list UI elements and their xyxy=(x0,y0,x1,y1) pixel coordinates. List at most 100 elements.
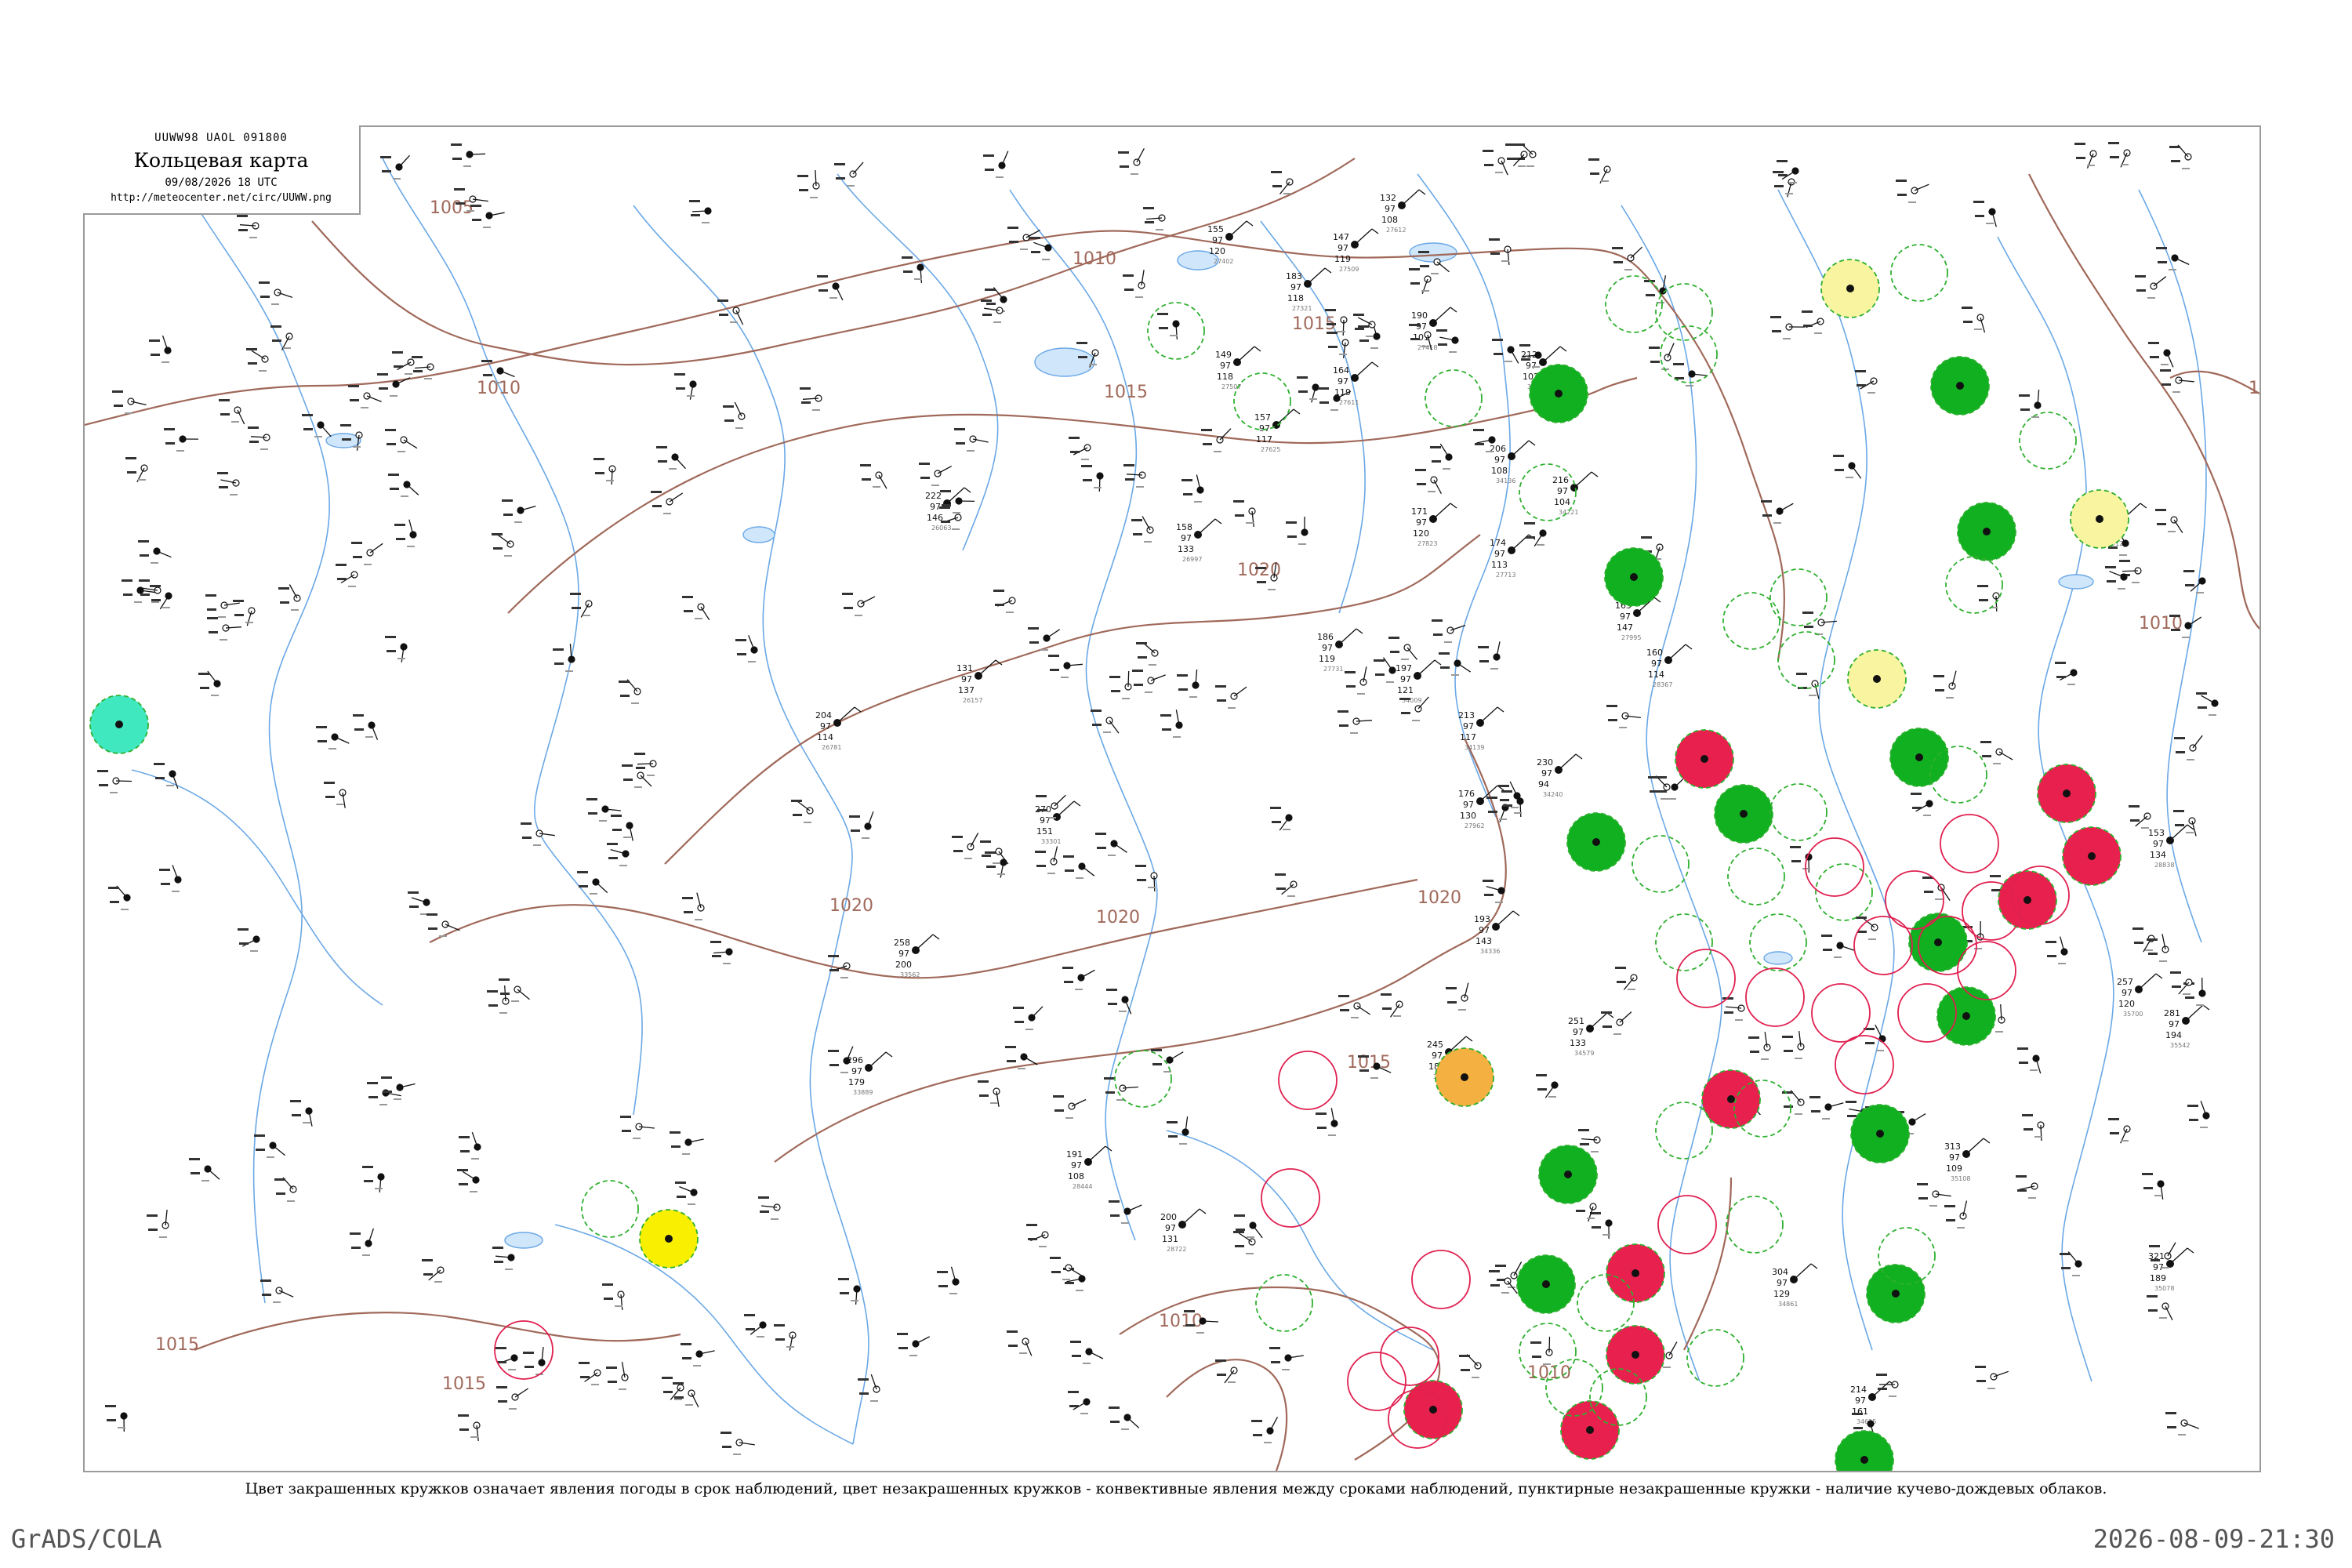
value-tick xyxy=(829,969,839,971)
value-tick xyxy=(1111,690,1120,692)
station-temp: 258 xyxy=(894,938,910,948)
station-marker xyxy=(723,401,746,429)
wind-barb-feather xyxy=(1214,518,1222,524)
station-marker xyxy=(459,1131,481,1160)
value-tick xyxy=(454,188,465,191)
station-marker xyxy=(2155,509,2183,534)
station-index: 27713 xyxy=(1496,572,1515,579)
value-tick xyxy=(205,594,216,597)
value-tick xyxy=(2169,146,2180,148)
value-tick xyxy=(397,658,405,659)
station-dew: 97 xyxy=(1290,282,1301,292)
value-tick xyxy=(1143,207,1154,209)
value-tick xyxy=(1138,656,1147,659)
station-temp: 155 xyxy=(1207,224,1224,234)
wind-barb xyxy=(1354,361,1373,379)
value-tick xyxy=(898,1347,908,1349)
value-tick xyxy=(396,538,405,540)
value-tick xyxy=(481,360,492,362)
value-tick xyxy=(2016,1175,2027,1178)
value-tick xyxy=(412,356,423,358)
weather-map: 1005 1010 1010 1015 1015 1020 1020 1020 1015 1010… xyxy=(83,125,2261,1472)
value-tick xyxy=(249,441,259,443)
value-tick xyxy=(1908,201,1916,203)
wind-barb xyxy=(278,1290,294,1298)
station-marker xyxy=(978,1080,1000,1107)
station-pressure: 161 xyxy=(1852,1406,1868,1417)
station-plot: 2139711734139 xyxy=(1458,706,1504,751)
value-tick xyxy=(858,1378,869,1381)
value-tick xyxy=(1388,637,1399,639)
wind-barb xyxy=(2169,1247,2188,1265)
value-tick xyxy=(2110,156,2119,158)
wind-barb xyxy=(1087,1145,1106,1163)
value-tick xyxy=(390,488,399,490)
value-tick xyxy=(636,767,645,769)
value-tick xyxy=(733,1454,741,1455)
value-tick xyxy=(1532,366,1540,368)
station-marker xyxy=(1136,642,1159,666)
value-tick xyxy=(466,210,474,212)
station-marker xyxy=(735,635,758,662)
value-tick xyxy=(134,601,142,603)
value-tick xyxy=(2173,810,2184,812)
value-tick xyxy=(1287,895,1295,897)
wind-barb xyxy=(156,550,172,558)
value-tick xyxy=(730,321,738,323)
value-tick xyxy=(1602,1234,1610,1236)
value-tick xyxy=(239,942,249,945)
value-tick xyxy=(1646,294,1655,296)
value-tick xyxy=(591,1384,599,1385)
station-plot: 1559712027402 xyxy=(1207,220,1254,265)
station-marker xyxy=(656,446,686,470)
value-tick xyxy=(1495,1265,1506,1267)
value-tick xyxy=(939,506,950,509)
value-tick xyxy=(565,670,573,672)
value-tick xyxy=(362,1254,370,1256)
value-tick xyxy=(2047,955,2056,957)
wind-barb-feather xyxy=(2155,973,2163,979)
value-tick xyxy=(1944,1205,1955,1207)
wind-barb xyxy=(595,881,608,894)
value-tick xyxy=(350,1232,361,1235)
value-tick xyxy=(1532,1356,1541,1358)
station-marker xyxy=(217,472,240,495)
cb-cloud-circle xyxy=(1722,592,1780,650)
value-tick xyxy=(735,427,743,429)
station-marker xyxy=(1035,846,1058,874)
value-tick xyxy=(1253,1434,1262,1436)
value-tick xyxy=(1053,1095,1064,1098)
station-temp: 245 xyxy=(1427,1040,1443,1050)
station-dew: 97 xyxy=(1165,1223,1176,1233)
thunder-circle xyxy=(1675,729,1734,789)
value-tick xyxy=(579,1362,590,1364)
station-plot: 2589720033562 xyxy=(894,934,940,978)
value-tick xyxy=(1235,514,1244,517)
value-tick xyxy=(840,1292,849,1294)
value-tick xyxy=(439,935,447,937)
value-tick xyxy=(276,1192,285,1195)
value-tick xyxy=(1036,865,1046,867)
haze-circle xyxy=(1435,1047,1494,1107)
value-tick xyxy=(494,382,502,383)
value-tick xyxy=(1935,689,1944,691)
value-tick xyxy=(283,347,291,349)
wind-barb xyxy=(369,543,383,554)
station-marker xyxy=(586,798,621,822)
value-tick xyxy=(1132,670,1143,672)
station-temp: 132 xyxy=(1380,193,1396,203)
value-tick xyxy=(1498,785,1509,787)
wind-barb xyxy=(1389,1004,1400,1018)
value-tick xyxy=(674,1396,684,1399)
station-dew: 97 xyxy=(1557,486,1568,496)
wind-barb xyxy=(978,659,996,677)
station-marker xyxy=(1271,171,1294,195)
wind-barb xyxy=(1046,629,1060,639)
value-tick xyxy=(1109,1406,1120,1409)
value-tick xyxy=(209,631,218,633)
value-tick xyxy=(1428,491,1436,492)
station-pressure: 133 xyxy=(1570,1038,1586,1048)
value-tick xyxy=(151,599,161,601)
value-tick xyxy=(390,395,397,397)
station-marker xyxy=(717,299,744,325)
